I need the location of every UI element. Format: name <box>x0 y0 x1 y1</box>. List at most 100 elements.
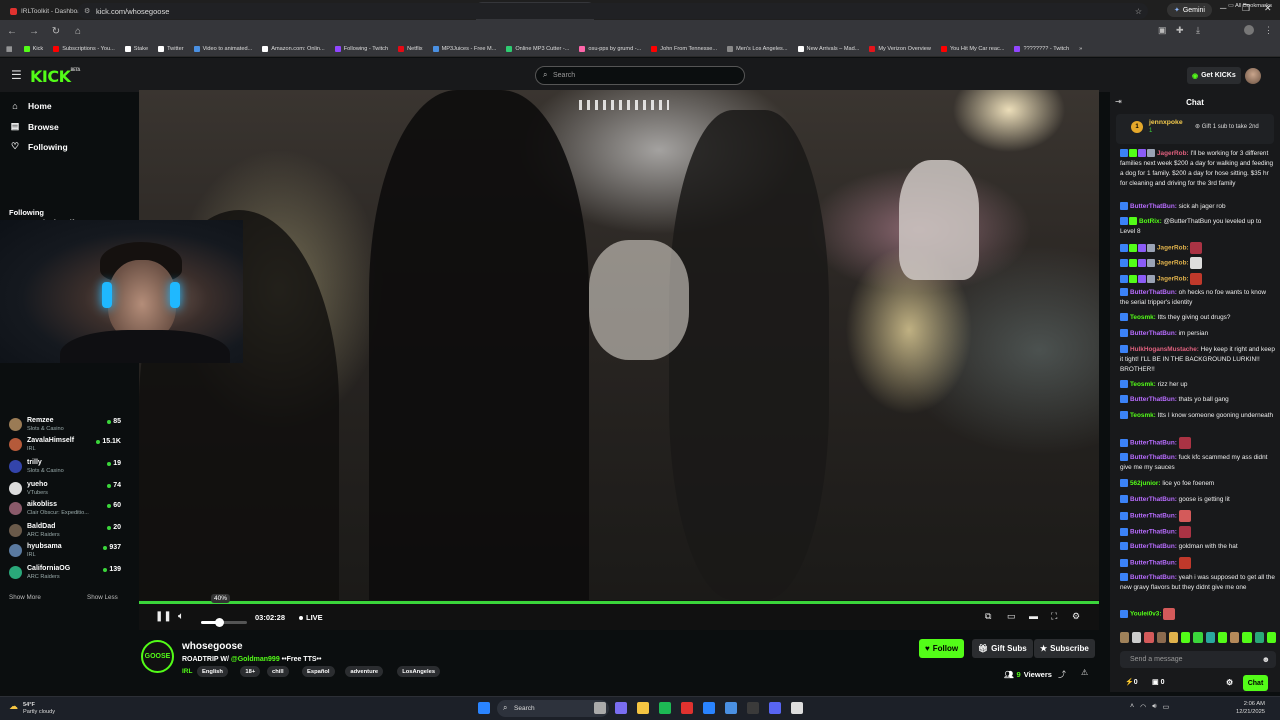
bookmark-item[interactable]: You Hit My Car reac... <box>936 46 1010 52</box>
chat-username[interactable]: ButterThatBun: <box>1130 396 1177 403</box>
speaker-icon[interactable]: 🔊︎ <box>1152 703 1156 711</box>
emote-shortcut[interactable] <box>1132 632 1142 643</box>
forward-icon[interactable]: → <box>28 26 40 37</box>
chat-username[interactable]: ButterThatBun: <box>1130 454 1177 461</box>
chat-username[interactable]: Youlei0v3: <box>1130 611 1162 618</box>
sidebar-channel[interactable]: trilly Slots & Casino 19 <box>9 457 121 477</box>
bookmarks-overflow-icon[interactable]: » <box>1074 46 1087 52</box>
get-kicks-button[interactable]: ◉ Get KICKs <box>1187 67 1241 84</box>
bookmark-item[interactable]: ???????? - Twitch <box>1009 46 1074 52</box>
sidebar-item-following[interactable]: ♡ Following <box>10 141 68 152</box>
clip-icon[interactable]: ⧉ <box>985 611 991 622</box>
pause-icon[interactable]: ❚❚ <box>155 611 172 622</box>
chat-username[interactable]: JagerRob: <box>1157 276 1189 283</box>
chat-username[interactable]: ButterThatBun: <box>1130 496 1177 503</box>
tray-chevron-icon[interactable]: ˄ <box>1130 703 1134 711</box>
windows-start-icon[interactable] <box>478 702 490 714</box>
sidebar-item-browse[interactable]: ▤ Browse <box>10 121 59 132</box>
minimize-icon[interactable]: ─ <box>1220 3 1226 13</box>
chrome-profile-icon[interactable] <box>725 702 737 714</box>
site-info-icon[interactable]: ⚙ <box>84 7 90 15</box>
send-chat-button[interactable]: Chat <box>1243 675 1268 691</box>
sidebar-channel[interactable]: hyubsama IRL 937 <box>9 541 121 561</box>
sidebar-channel[interactable]: CaliforniaOG ARC Raiders 139 <box>9 563 121 583</box>
streamer-avatar[interactable]: GOOSE <box>141 640 174 673</box>
emote-shortcut[interactable] <box>1254 632 1264 643</box>
discord-icon[interactable] <box>769 702 781 714</box>
search-input[interactable]: ⌕ Search <box>535 66 745 85</box>
chat-username[interactable]: ButterThatBun: <box>1130 289 1177 296</box>
bookmark-item[interactable]: Subscriptions - You... <box>48 46 120 52</box>
video-frame[interactable] <box>139 90 1099 600</box>
chat-username[interactable]: ButterThatBun: <box>1130 203 1177 210</box>
gemini-button[interactable]: ✦ Gemini <box>1166 3 1212 17</box>
volume-slider[interactable] <box>201 618 247 627</box>
sidebar-channel[interactable]: aikobliss Clair Obscur: Expeditio... 60 <box>9 499 121 519</box>
sidebar-channel[interactable]: BaldDad ARC Raiders 20 <box>9 521 121 541</box>
title-mention-link[interactable]: @Goldman999 <box>231 656 280 663</box>
extension-icon[interactable]: ▣ <box>1158 25 1167 36</box>
reload-icon[interactable]: ↻ <box>50 26 62 37</box>
chat-username[interactable]: JagerRob: <box>1157 245 1189 252</box>
chat-username[interactable]: 562junior: <box>1130 480 1161 487</box>
chat-username[interactable]: ButterThatBun: <box>1130 529 1177 536</box>
emote-shortcut[interactable] <box>1193 632 1203 643</box>
chat-username[interactable]: ButterThatBun: <box>1130 543 1177 550</box>
emote-shortcut[interactable] <box>1168 632 1179 643</box>
all-bookmarks-folder[interactable]: ▭ All Bookmarks <box>1228 3 1272 9</box>
pinned-gifter-leaderboard[interactable]: 1 jennxpoke 1 ⊛ Gift 1 sub to take 2nd <box>1116 114 1274 144</box>
chat-username[interactable]: JagerRob: <box>1157 260 1189 267</box>
battery-icon[interactable]: ▭ <box>1163 703 1170 711</box>
stream-tag[interactable]: Español <box>302 666 335 677</box>
profile-avatar[interactable] <box>1244 25 1254 35</box>
emote-image[interactable] <box>1178 437 1191 449</box>
back-icon[interactable]: ← <box>6 26 18 37</box>
theater-mode-icon[interactable]: ▬ <box>1029 611 1038 621</box>
bookmark-item[interactable]: Amazon.com: Onlin... <box>257 46 329 52</box>
chat-username[interactable]: HulkHogansMustache: <box>1130 346 1199 353</box>
sidebar-channel[interactable]: ZavalaHimself IRL 15.1K <box>9 435 121 455</box>
file-manager-icon[interactable] <box>594 702 606 714</box>
gift-subs-button[interactable]: 🎁︎ Gift Subs <box>972 639 1033 658</box>
fullscreen-icon[interactable]: ⛶ <box>1051 611 1057 622</box>
subs-balance[interactable]: ▣ 0 <box>1152 678 1164 686</box>
volume-knob[interactable] <box>215 618 225 627</box>
chat-username[interactable]: ButterThatBun: <box>1130 574 1177 581</box>
kicks-balance[interactable]: ⚡0 <box>1125 678 1138 686</box>
emote-shortcut[interactable] <box>1144 632 1154 643</box>
subscribe-button[interactable]: ★ Subscribe <box>1034 639 1095 658</box>
top-gifter-name[interactable]: jennxpoke <box>1149 119 1183 126</box>
live-indicator[interactable]: LIVE <box>299 613 323 622</box>
emote-shortcut[interactable] <box>1230 632 1240 643</box>
sidebar-item-home[interactable]: ⌂ Home <box>10 101 51 111</box>
bookmark-item[interactable]: Stake <box>120 46 153 52</box>
emote-image[interactable] <box>1190 242 1203 254</box>
bookmark-item[interactable]: Twitter <box>153 46 188 52</box>
chat-username[interactable]: Teosmk: <box>1130 381 1156 388</box>
share-icon[interactable]: ⤴ <box>1058 669 1066 680</box>
stream-tag[interactable]: English <box>197 666 228 677</box>
stream-tag[interactable]: 18+ <box>240 666 261 677</box>
stream-category[interactable]: IRL <box>182 668 192 675</box>
url-bar[interactable]: ⚙ kick.com/whosegoose ☆ <box>78 3 1148 19</box>
streamer-name[interactable]: whosegoose <box>182 641 243 652</box>
show-less-button[interactable]: Show Less <box>87 594 118 601</box>
emote-shortcut[interactable] <box>1181 632 1191 643</box>
emote-picker-icon[interactable]: ☻ <box>1262 655 1270 664</box>
bookmark-item[interactable]: New Arrivals – Mad... <box>793 46 865 52</box>
follow-button[interactable]: ♥ Follow <box>919 639 965 658</box>
emote-image[interactable] <box>1178 510 1191 522</box>
bookmark-item[interactable]: John From Tennesse... <box>646 46 722 52</box>
bookmark-item[interactable]: Online MP3 Cutter -... <box>501 46 574 52</box>
video-player[interactable]: ❚❚ 🔈︎ 40% 03:02:28 LIVE ⧉ ▭ ▬ ⛶ ⚙ <box>139 90 1099 630</box>
emote-image[interactable] <box>1178 557 1191 569</box>
bookmark-item[interactable]: Video to animated... <box>189 46 258 52</box>
kick-logo[interactable]: KICKBETA <box>30 67 80 86</box>
bookmark-item[interactable]: Following - Twitch <box>330 46 393 52</box>
stream-tag[interactable]: adventure <box>345 666 384 677</box>
chat-username[interactable]: ButterThatBun: <box>1130 330 1177 337</box>
chat-input[interactable]: Send a message ☻ <box>1120 651 1276 668</box>
bookmark-item[interactable]: Kick <box>19 46 49 52</box>
apps-grid-icon[interactable]: ▦ <box>6 45 13 53</box>
bookmark-item[interactable]: Netflix <box>393 46 428 52</box>
